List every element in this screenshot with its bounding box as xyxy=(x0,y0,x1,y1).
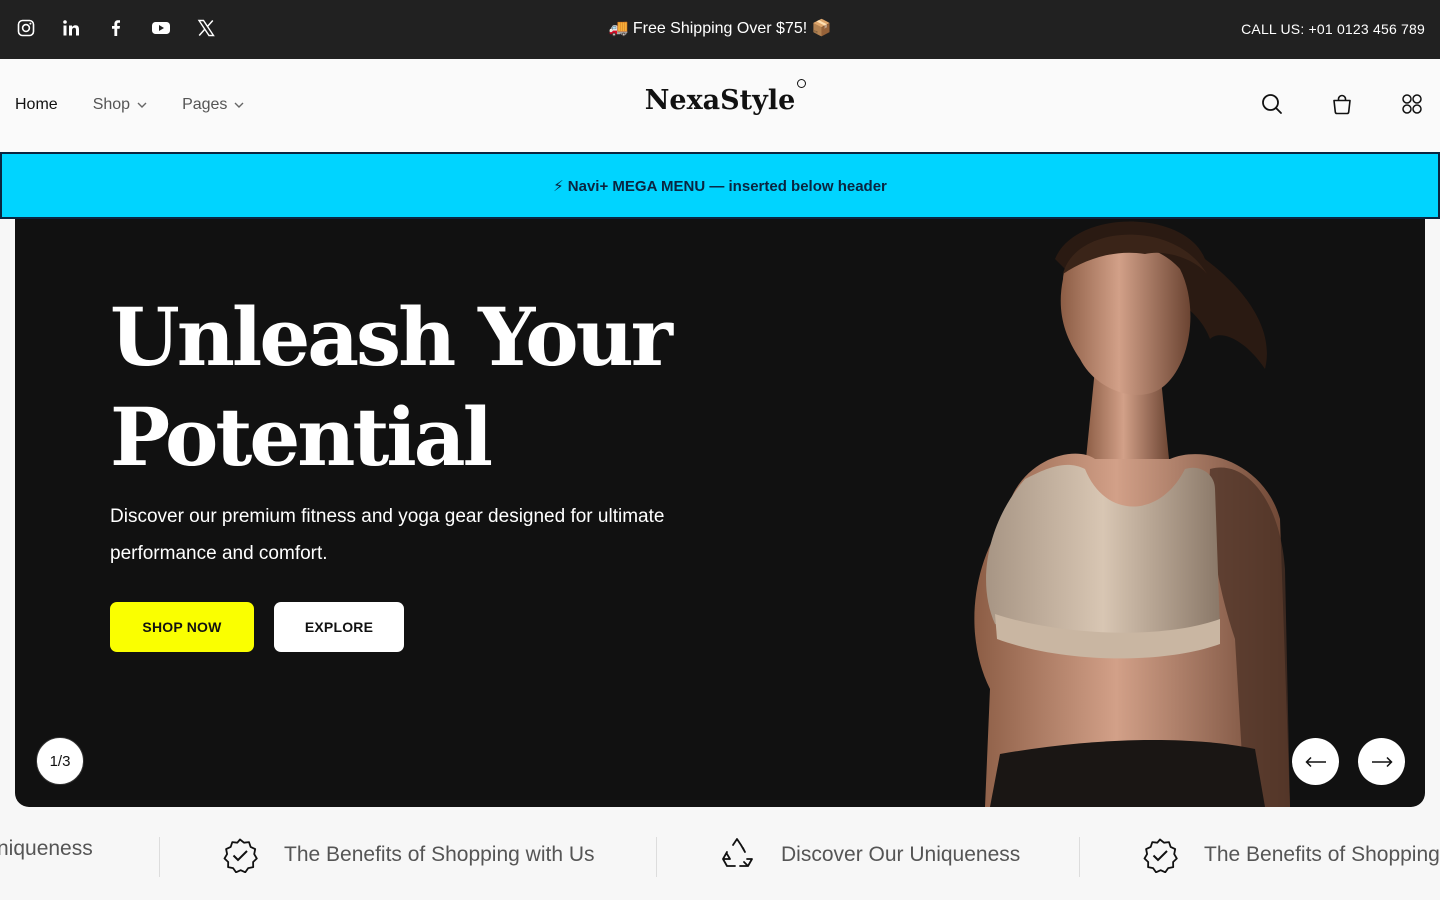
next-slide-button[interactable] xyxy=(1358,738,1405,785)
site-header: Home Shop Pages NexaStyle xyxy=(0,59,1440,152)
badge-check-icon xyxy=(223,838,258,873)
marquee-item: The Benefits of Shopping with Us xyxy=(222,837,595,873)
marquee-item: Discover Our Uniqueness xyxy=(719,837,1020,873)
marquee-item: niqueness xyxy=(0,837,93,861)
shop-now-button[interactable]: SHOP NOW xyxy=(110,602,254,652)
marquee-divider xyxy=(1079,837,1080,877)
hero-model-image xyxy=(974,221,1290,807)
hero-title-line2: Potential xyxy=(110,390,493,484)
marquee-item-label: niqueness xyxy=(0,837,93,860)
hero-slider: Unleash Your Potential Discover our prem… xyxy=(15,219,1425,807)
marquee-item-label: The Benefits of Shopping with Us xyxy=(284,843,595,866)
recycle-icon xyxy=(722,838,753,867)
explore-button[interactable]: EXPLORE xyxy=(274,602,404,652)
bag-icon[interactable] xyxy=(1330,92,1354,116)
marquee-item: The Benefits of Shopping xyxy=(1142,837,1440,873)
prev-slide-button[interactable] xyxy=(1292,738,1339,785)
hero-title: Unleash Your Potential xyxy=(110,287,730,487)
marquee-item-label: Discover Our Uniqueness xyxy=(781,843,1021,866)
marquee-divider xyxy=(656,837,657,877)
mega-menu-banner[interactable]: ⚡ Navi+ MEGA MENU — inserted below heade… xyxy=(0,152,1440,219)
arrow-right-icon xyxy=(1371,756,1393,767)
logo-dot xyxy=(797,79,807,88)
free-shipping-promo: 🚚 Free Shipping Over $75! 📦 xyxy=(608,20,832,37)
search-icon[interactable] xyxy=(1260,92,1284,116)
header-actions xyxy=(1260,92,1424,116)
marquee-item-label: The Benefits of Shopping xyxy=(1204,843,1440,866)
call-us-phone: CALL US: +01 0123 456 789 xyxy=(1241,21,1425,37)
mega-menu-text: ⚡ Navi+ MEGA MENU — inserted below heade… xyxy=(553,177,887,195)
top-bar: 🚚 Free Shipping Over $75! 📦 CALL US: +01… xyxy=(0,0,1440,59)
site-logo[interactable]: NexaStyle xyxy=(0,79,1440,116)
hero-title-line1: Unleash Your xyxy=(110,290,673,384)
marquee-divider xyxy=(159,837,160,877)
logo-text: NexaStyle xyxy=(644,85,796,116)
badge-check-icon xyxy=(1143,838,1178,873)
arrow-left-icon xyxy=(1304,756,1326,767)
grid-icon[interactable] xyxy=(1400,92,1424,116)
hero-description: Discover our premium fitness and yoga ge… xyxy=(110,506,665,564)
benefits-marquee: niqueness The Benefits of Shopping with … xyxy=(0,807,1440,900)
slide-counter: 1/3 xyxy=(36,737,84,785)
